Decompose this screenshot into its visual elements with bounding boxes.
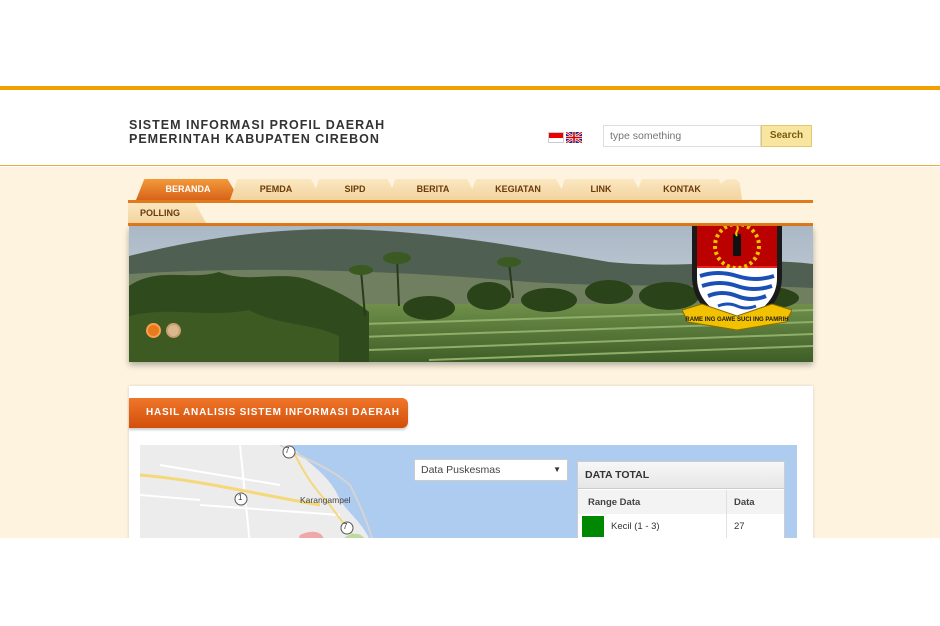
- tab-sipd[interactable]: SIPD: [312, 179, 398, 200]
- row-data-value: 27: [734, 521, 745, 532]
- hero-banner: RAME ING GAWE SUCI ING PAMRIH: [129, 226, 813, 362]
- road-marker-label: 1: [238, 493, 243, 502]
- tab-pemda[interactable]: PEMDA: [230, 179, 322, 200]
- regional-map[interactable]: 7 1 7 Karangampel Data Puskesmas ▼ DATA …: [140, 445, 797, 545]
- tab-kontak[interactable]: KONTAK: [634, 179, 730, 200]
- nav-underline: [128, 200, 813, 203]
- column-header-range: Range Data: [588, 497, 641, 508]
- data-type-select-value: Data Puskesmas: [421, 464, 501, 476]
- data-total-box: DATA TOTAL Range Data Data Kecil (1 - 3)…: [577, 461, 785, 545]
- road-marker-label: 7: [285, 446, 290, 455]
- map-place-label: Karangampel: [300, 495, 351, 505]
- road-marker-label: 7: [343, 522, 348, 531]
- tab-link[interactable]: LINK: [558, 179, 644, 200]
- slider-dot-1[interactable]: [146, 323, 161, 338]
- search-input[interactable]: [603, 125, 761, 147]
- legend-swatch: [582, 516, 604, 537]
- emblem-motto: RAME ING GAWE SUCI ING PAMRIH: [685, 317, 788, 323]
- indonesia-flag-icon[interactable]: [548, 132, 564, 143]
- site-header: SISTEM INFORMASI PROFIL DAERAH PEMERINTA…: [0, 90, 940, 166]
- chevron-down-icon: ▼: [553, 465, 561, 474]
- tab-polling[interactable]: POLLING: [128, 203, 206, 223]
- tab-berita[interactable]: BERITA: [388, 179, 478, 200]
- data-table-header: Range Data Data: [578, 490, 784, 514]
- uk-flag-icon[interactable]: [566, 132, 582, 143]
- slider-dot-2[interactable]: [166, 323, 181, 338]
- search-button[interactable]: Search: [761, 125, 812, 147]
- main-navigation: BERANDA PEMDA SIPD BERITA KEGIATAN LINK …: [128, 179, 813, 227]
- row-range-label: Kecil (1 - 3): [611, 521, 660, 532]
- column-header-data: Data: [734, 497, 755, 508]
- data-type-select[interactable]: Data Puskesmas ▼: [414, 459, 568, 481]
- site-title-line2: PEMERINTAH KABUPATEN CIREBON: [129, 132, 380, 146]
- analysis-panel: HASIL ANALISIS SISTEM INFORMASI DAERAH 7…: [129, 386, 813, 546]
- top-blank-area: [0, 0, 940, 86]
- cirebon-emblem-icon: RAME ING GAWE SUCI ING PAMRIH: [682, 226, 792, 331]
- site-title[interactable]: SISTEM INFORMASI PROFIL DAERAH PEMERINTA…: [129, 118, 385, 146]
- tab-overflow: [720, 179, 742, 200]
- bottom-blank-area: [0, 538, 940, 626]
- table-row: Kecil (1 - 3) 27: [578, 514, 784, 538]
- data-total-title: DATA TOTAL: [578, 462, 784, 489]
- tab-kegiatan[interactable]: KEGIATAN: [468, 179, 568, 200]
- language-switcher: [548, 132, 582, 143]
- site-title-line1: SISTEM INFORMASI PROFIL DAERAH: [129, 118, 386, 132]
- tab-beranda[interactable]: BERANDA: [136, 179, 240, 200]
- panel-heading: HASIL ANALISIS SISTEM INFORMASI DAERAH: [129, 398, 408, 428]
